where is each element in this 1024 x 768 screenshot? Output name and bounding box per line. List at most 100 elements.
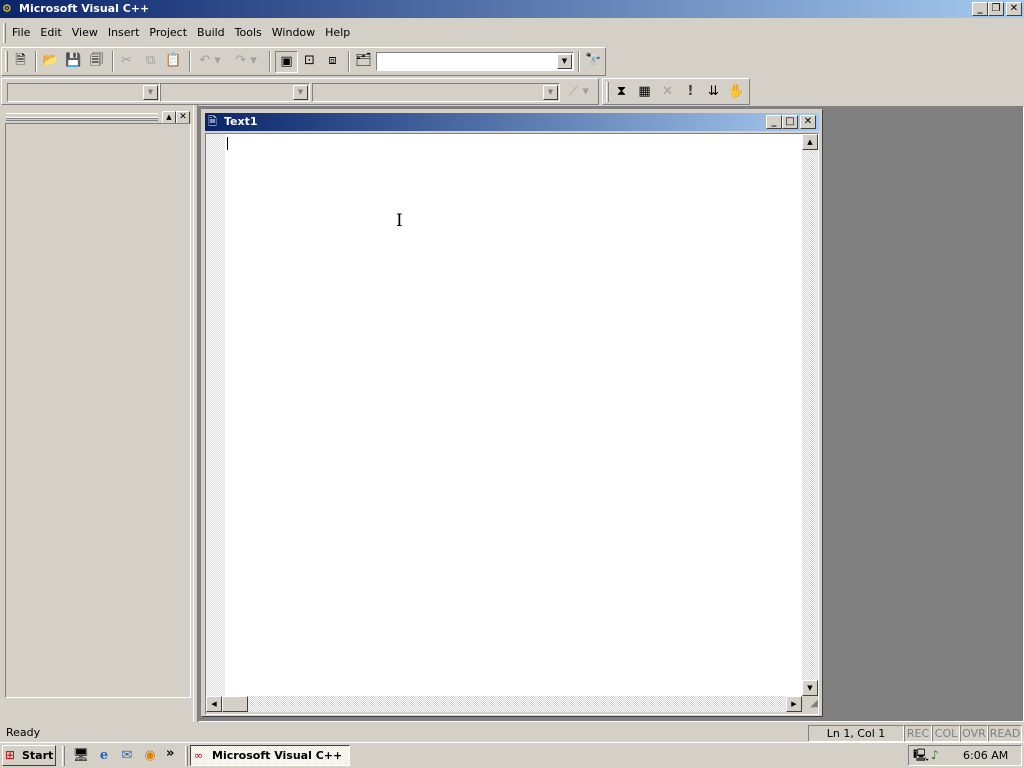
find-combo[interactable]: ▼: [376, 52, 574, 71]
ovr-indicator: OVR: [960, 725, 988, 742]
toolbar-grip[interactable]: [5, 51, 8, 72]
system-tray: 🖳 ♪ 6:06 AM: [908, 745, 1022, 766]
toolbar-separator: [189, 51, 191, 72]
scroll-up-icon[interactable]: ▲: [802, 134, 818, 150]
filter-combo[interactable]: ▼: [160, 83, 310, 102]
copy-icon[interactable]: ⧉: [140, 51, 161, 71]
toolbar-separator: [35, 51, 37, 72]
wizard-bar: ▼ ▼ ▼ ⟋ ▾: [1, 78, 599, 105]
toolbar-separator: [578, 51, 580, 72]
start-button[interactable]: ⊞ Start: [2, 745, 56, 766]
build-icon[interactable]: ▦: [634, 82, 655, 102]
wizard-action-icon[interactable]: ⟋ ▾: [562, 82, 596, 102]
cut-icon[interactable]: ✂: [116, 51, 137, 71]
editor-text-area[interactable]: I: [225, 134, 802, 696]
workspace-pane-body[interactable]: [5, 123, 191, 698]
rec-indicator: REC: [904, 725, 932, 742]
standard-toolbar: 🗎 📂 💾 🗐 ✂ ⧉ 📋 ↶ ▾ ↷ ▾ ▣ ⊡ ⧈ 🗂 ▼ 🔭: [1, 47, 606, 76]
output-icon[interactable]: ⊡: [299, 51, 320, 71]
start-label: Start: [22, 749, 54, 762]
quick-launch-grip[interactable]: [62, 746, 65, 766]
minimize-button[interactable]: _: [972, 2, 988, 16]
network-icon[interactable]: 🖳: [913, 746, 929, 765]
quick-launch-overflow[interactable]: »: [166, 746, 174, 762]
toolbar-separator: [112, 51, 114, 72]
scroll-down-icon[interactable]: ▼: [802, 680, 818, 696]
open-folder-icon[interactable]: 📂: [40, 51, 61, 71]
menu-bar: File Edit View Insert Project Build Tools Windo…: [0, 22, 1024, 44]
window-list-icon[interactable]: ⧈: [322, 51, 343, 71]
menu-insert[interactable]: Insert: [103, 23, 145, 43]
volume-icon[interactable]: ♪: [931, 746, 939, 765]
doc-close-button[interactable]: ✕: [800, 115, 816, 129]
menu-project[interactable]: Project: [144, 23, 192, 43]
paste-icon[interactable]: 📋: [163, 51, 184, 71]
menu-help[interactable]: Help: [320, 23, 355, 43]
compile-icon[interactable]: ⧗: [611, 82, 632, 102]
menu-edit[interactable]: Edit: [35, 23, 66, 43]
status-message: Ready: [6, 726, 41, 739]
menu-view[interactable]: View: [67, 23, 103, 43]
workspace-pane: ▲ ✕: [2, 109, 192, 698]
doc-maximize-button[interactable]: □: [782, 115, 798, 129]
taskbar: ⊞ Start 🖥 e ✉ ◉ » ∞ Microsoft Visual C++…: [0, 742, 1024, 768]
internet-explorer-icon[interactable]: e: [95, 747, 113, 765]
document-title: Text1: [224, 115, 258, 128]
chevron-down-icon[interactable]: ▼: [293, 85, 308, 100]
members-combo[interactable]: ▼: [312, 83, 560, 102]
read-indicator: READ: [988, 725, 1022, 742]
chevron-down-icon[interactable]: ▼: [543, 85, 558, 100]
selection-margin[interactable]: [206, 134, 225, 696]
save-all-icon[interactable]: 🗐: [86, 51, 107, 71]
media-player-icon[interactable]: ◉: [141, 747, 159, 765]
task-button-visual-cpp[interactable]: ∞ Microsoft Visual C++: [190, 745, 350, 766]
class-combo[interactable]: ▼: [7, 83, 160, 102]
close-button[interactable]: ✕: [1006, 2, 1022, 16]
find-in-files-icon[interactable]: 🗂: [353, 51, 374, 71]
execute-icon[interactable]: !: [680, 82, 701, 102]
mdi-client-area: 🗎 Text1 _ □ ✕ I ▲ ▼ ◀ ▶ ◢: [198, 106, 1024, 722]
scroll-thumb[interactable]: [222, 696, 248, 712]
title-bar[interactable]: ⚙ Microsoft Visual C++ _ ❐ ✕: [0, 0, 1024, 18]
horizontal-scrollbar[interactable]: ◀ ▶: [206, 696, 802, 712]
size-grip-icon[interactable]: ◢: [802, 696, 818, 712]
i-beam-cursor-icon: I: [396, 211, 403, 231]
col-indicator: COL: [932, 725, 960, 742]
document-title-bar[interactable]: 🗎 Text1 _ □ ✕: [205, 113, 819, 131]
document-window[interactable]: 🗎 Text1 _ □ ✕ I ▲ ▼ ◀ ▶ ◢: [201, 109, 823, 717]
redo-icon[interactable]: ↷ ▾: [230, 51, 262, 71]
toolbar-separator: [269, 51, 271, 72]
document-icon[interactable]: 🗎: [208, 114, 217, 130]
save-icon[interactable]: 💾: [63, 51, 84, 71]
undo-icon[interactable]: ↶ ▾: [194, 51, 226, 71]
taskbar-grip[interactable]: [185, 746, 188, 766]
scroll-left-icon[interactable]: ◀: [206, 696, 222, 712]
menu-file[interactable]: File: [7, 23, 35, 43]
menu-build[interactable]: Build: [192, 23, 230, 43]
app-icon[interactable]: ⚙: [2, 1, 18, 17]
scroll-right-icon[interactable]: ▶: [786, 696, 802, 712]
toolbar-separator: [348, 51, 350, 72]
show-desktop-icon[interactable]: 🖥: [72, 747, 90, 765]
menu-grip[interactable]: [3, 23, 6, 43]
chevron-down-icon[interactable]: ▼: [557, 54, 572, 69]
clock[interactable]: 6:06 AM: [963, 746, 1008, 765]
editor-frame: I ▲ ▼ ◀ ▶ ◢: [205, 133, 819, 715]
breakpoint-icon[interactable]: ✋: [726, 82, 747, 102]
restore-button[interactable]: ❐: [988, 2, 1004, 16]
vertical-scrollbar[interactable]: ▲ ▼: [802, 134, 818, 696]
chevron-down-icon[interactable]: ▼: [143, 85, 158, 100]
go-icon[interactable]: ⇊: [703, 82, 724, 102]
menu-tools[interactable]: Tools: [230, 23, 267, 43]
toolbar-grip[interactable]: [606, 82, 609, 102]
stop-build-icon[interactable]: ✕: [657, 82, 678, 102]
doc-minimize-button[interactable]: _: [766, 115, 782, 129]
find-icon[interactable]: 🔭: [583, 51, 604, 71]
outlook-express-icon[interactable]: ✉: [118, 747, 136, 765]
workspace-icon[interactable]: ▣: [275, 51, 298, 73]
cursor-position: Ln 1, Col 1: [808, 725, 904, 742]
window-title: Microsoft Visual C++: [19, 2, 150, 15]
menu-window[interactable]: Window: [267, 23, 320, 43]
task-button-label: Microsoft Visual C++: [212, 749, 343, 762]
new-text-file-icon[interactable]: 🗎: [10, 51, 31, 71]
